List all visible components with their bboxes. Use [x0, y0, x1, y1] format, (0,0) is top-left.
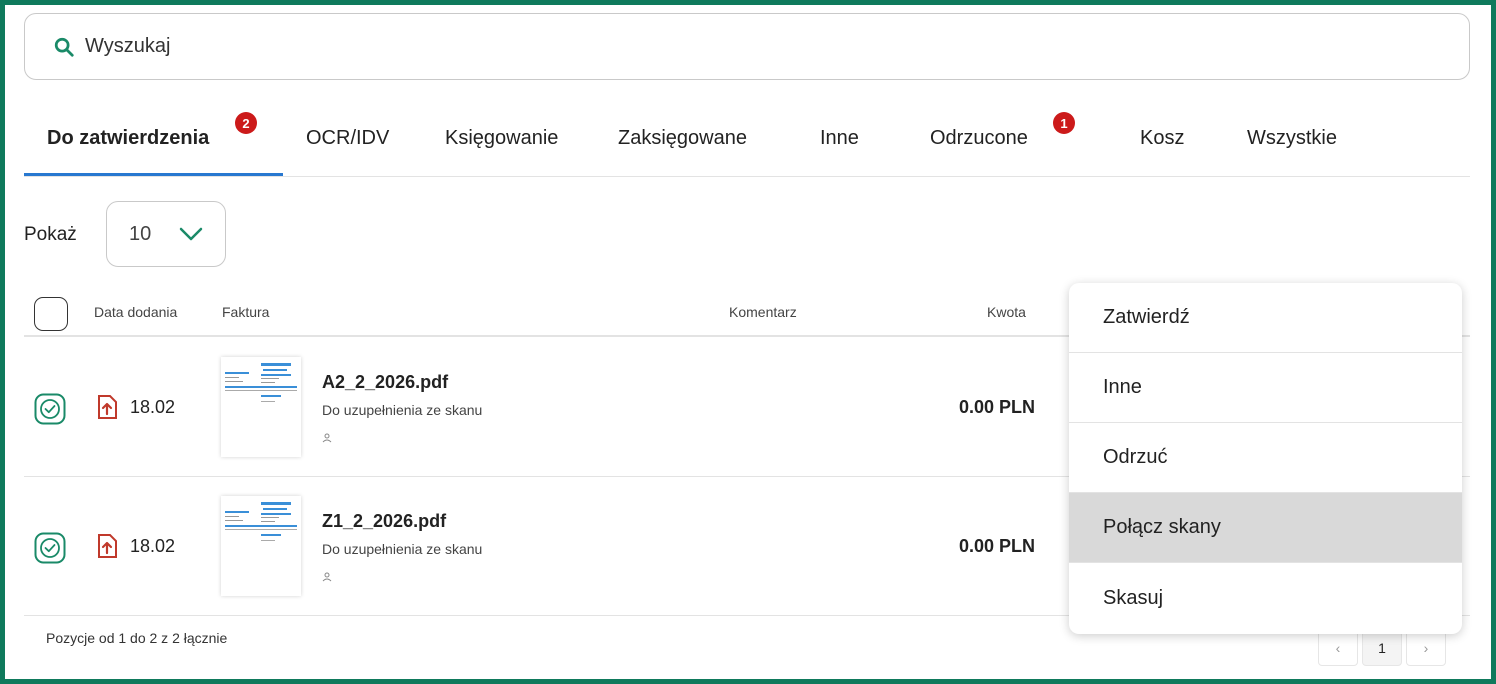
tab-label: Kosz: [1140, 127, 1185, 149]
invoice-thumbnail[interactable]: [221, 496, 301, 596]
row-date: 18.02: [130, 397, 176, 417]
menu-item-inne[interactable]: Inne: [1069, 353, 1462, 423]
page-size-select[interactable]: 10: [106, 201, 226, 267]
pdf-upload-icon: [98, 534, 117, 558]
status-tabs: Do zatwierdzenia 2 OCR/IDV Księgowanie Z…: [24, 100, 1470, 177]
menu-item-polacz-skany[interactable]: Połącz skany: [1069, 493, 1462, 563]
pagination-prev-button[interactable]: ‹: [1318, 630, 1358, 666]
actions-dropdown-menu: Zatwierdź Inne Odrzuć Połącz skany Skasu…: [1069, 283, 1462, 634]
pdf-upload-icon: [98, 395, 117, 419]
tab-label: Inne: [820, 127, 859, 149]
search-input[interactable]: [85, 35, 1385, 58]
tab-ocr-idv[interactable]: OCR/IDV: [306, 100, 389, 177]
tab-badge: 2: [235, 112, 257, 134]
tab-wszystkie[interactable]: Wszystkie: [1247, 100, 1337, 177]
user-icon: [322, 433, 332, 443]
tab-label: Wszystkie: [1247, 127, 1337, 149]
invoice-filename[interactable]: A2_2_2026.pdf: [322, 372, 448, 393]
tab-label: Odrzucone: [930, 127, 1028, 149]
chevron-down-icon: [179, 227, 203, 241]
menu-item-zatwierdz[interactable]: Zatwierdź: [1069, 283, 1462, 353]
tab-label: OCR/IDV: [306, 127, 390, 149]
invoice-thumbnail[interactable]: [221, 357, 301, 457]
invoice-amount: 0.00 PLN: [958, 536, 1035, 556]
pagination-summary: Pozycje od 1 do 2 z 2 łącznie: [46, 630, 228, 646]
pagination-page-1[interactable]: 1: [1362, 630, 1402, 666]
menu-item-odrzuc[interactable]: Odrzuć: [1069, 423, 1462, 493]
tab-odrzucone[interactable]: Odrzucone: [930, 100, 1028, 177]
column-header-invoice[interactable]: Faktura: [222, 304, 269, 320]
page-size-label: Pokaż: [24, 224, 77, 245]
tab-zaksiegowane[interactable]: Zaksięgowane: [618, 100, 747, 177]
invoice-filename[interactable]: Z1_2_2026.pdf: [322, 511, 446, 532]
page-size-value: 10: [129, 222, 152, 245]
pagination-next-button[interactable]: ›: [1406, 630, 1446, 666]
tab-inne[interactable]: Inne: [820, 100, 859, 177]
tab-label: Do zatwierdzenia: [47, 127, 210, 149]
tab-ksiegowanie[interactable]: Księgowanie: [445, 100, 558, 177]
column-header-comment[interactable]: Komentarz: [729, 304, 797, 320]
tab-kosz[interactable]: Kosz: [1140, 100, 1184, 177]
invoice-status: Do uzupełnienia ze skanu: [322, 402, 483, 418]
invoice-amount: 0.00 PLN: [958, 397, 1035, 417]
search-bar[interactable]: [24, 13, 1470, 80]
search-icon: [54, 37, 74, 57]
tab-badge: 1: [1053, 112, 1075, 134]
row-checkbox-checked[interactable]: [34, 393, 66, 425]
menu-item-skasuj[interactable]: Skasuj: [1069, 563, 1462, 633]
column-header-amount[interactable]: Kwota: [987, 304, 1026, 320]
invoice-status: Do uzupełnienia ze skanu: [322, 541, 483, 557]
row-checkbox-checked[interactable]: [34, 532, 66, 564]
row-date: 18.02: [130, 536, 176, 556]
tab-do-zatwierdzenia[interactable]: Do zatwierdzenia: [47, 100, 209, 177]
tab-label: Zaksięgowane: [618, 127, 747, 149]
active-tab-indicator: [24, 173, 283, 176]
select-all-checkbox[interactable]: [34, 297, 68, 331]
tab-label: Księgowanie: [445, 127, 559, 149]
column-header-date[interactable]: Data dodania: [94, 304, 177, 320]
user-icon: [322, 572, 332, 582]
